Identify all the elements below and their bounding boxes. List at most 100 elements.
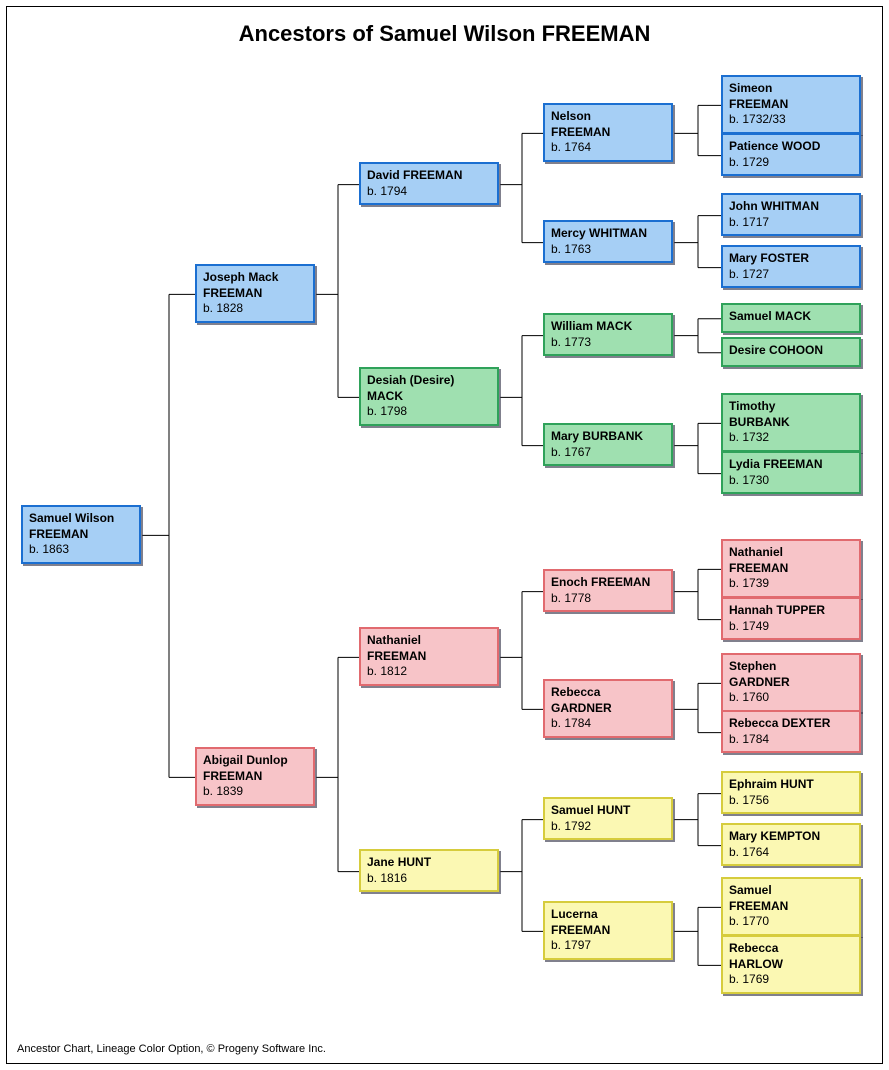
person-g1a: Joseph Mack FREEMAN b. 1828 <box>195 264 315 323</box>
person-g4m: Ephraim HUNT b. 1756 <box>721 771 861 814</box>
person-born: b. 1784 <box>551 716 591 730</box>
person-born: b. 1816 <box>367 871 407 885</box>
person-last: FREEMAN <box>29 527 133 543</box>
person-born: b. 1798 <box>367 404 407 418</box>
person-first: Jane <box>367 855 394 869</box>
person-last: MACK <box>596 319 632 333</box>
person-last: BURBANK <box>729 415 853 431</box>
person-first: Nathaniel <box>729 545 783 559</box>
person-first: David <box>367 168 400 182</box>
person-born: b. 1784 <box>729 732 769 746</box>
person-born: b. 1770 <box>729 914 769 928</box>
person-born: b. 1749 <box>729 619 769 633</box>
person-g2b: Desiah (Desire) MACK b. 1798 <box>359 367 499 426</box>
person-first: Joseph Mack <box>203 270 278 284</box>
person-g4g: Timothy BURBANK b. 1732 <box>721 393 861 452</box>
person-last: FREEMAN <box>729 561 853 577</box>
person-last: FREEMAN <box>729 97 853 113</box>
person-born: b. 1773 <box>551 335 591 349</box>
person-g3g: Samuel HUNT b. 1792 <box>543 797 673 840</box>
person-first: Desire <box>729 343 766 357</box>
person-born: b. 1732/33 <box>729 112 786 126</box>
person-g3h: Lucerna FREEMAN b. 1797 <box>543 901 673 960</box>
person-last: DEXTER <box>782 716 831 730</box>
person-last: FREEMAN <box>729 899 853 915</box>
person-first: Desiah (Desire) <box>367 373 454 387</box>
person-born: b. 1764 <box>729 845 769 859</box>
person-g4k: Stephen GARDNER b. 1760 <box>721 653 861 712</box>
footer-text: Ancestor Chart, Lineage Color Option, © … <box>17 1043 326 1055</box>
person-first: Mercy <box>551 226 586 240</box>
person-born: b. 1812 <box>367 664 407 678</box>
person-first: Timothy <box>729 399 775 413</box>
person-born: b. 1778 <box>551 591 591 605</box>
person-g2d: Jane HUNT b. 1816 <box>359 849 499 892</box>
person-g4j: Hannah TUPPER b. 1749 <box>721 597 861 640</box>
person-born: b. 1828 <box>203 301 243 315</box>
person-first: Samuel <box>551 803 594 817</box>
person-born: b. 1797 <box>551 938 591 952</box>
person-last: GARDNER <box>729 675 853 691</box>
person-born: b. 1717 <box>729 215 769 229</box>
person-born: b. 1769 <box>729 972 769 986</box>
person-last: KEMPTON <box>760 829 820 843</box>
person-g4l: Rebecca DEXTER b. 1784 <box>721 710 861 753</box>
person-born: b. 1730 <box>729 473 769 487</box>
person-g4i: Nathaniel FREEMAN b. 1739 <box>721 539 861 598</box>
person-last: FREEMAN <box>367 649 491 665</box>
person-first: William <box>551 319 593 333</box>
person-g3e: Enoch FREEMAN b. 1778 <box>543 569 673 612</box>
person-g3a: Nelson FREEMAN b. 1764 <box>543 103 673 162</box>
person-last: BURBANK <box>582 429 643 443</box>
person-first: Ephraim <box>729 777 777 791</box>
person-first: Samuel <box>729 883 772 897</box>
person-last: COHOON <box>769 343 823 357</box>
person-last: FREEMAN <box>763 457 822 471</box>
person-born: b. 1767 <box>551 445 591 459</box>
person-first: Stephen <box>729 659 776 673</box>
person-g3d: Mary BURBANK b. 1767 <box>543 423 673 466</box>
chart-title: Ancestors of Samuel Wilson FREEMAN <box>7 21 882 47</box>
person-g0: Samuel Wilson FREEMAN b. 1863 <box>21 505 141 564</box>
person-born: b. 1792 <box>551 819 591 833</box>
person-last: FREEMAN <box>403 168 462 182</box>
person-first: Nelson <box>551 109 591 123</box>
person-last: FREEMAN <box>551 923 665 939</box>
person-born: b. 1794 <box>367 184 407 198</box>
person-born: b. 1739 <box>729 576 769 590</box>
person-last: MACK <box>775 309 811 323</box>
person-first: Enoch <box>551 575 588 589</box>
person-first: Mary <box>551 429 579 443</box>
person-first: Samuel <box>729 309 772 323</box>
person-first: Simeon <box>729 81 772 95</box>
person-last: FREEMAN <box>591 575 650 589</box>
person-last: WOOD <box>782 139 821 153</box>
person-g2c: Nathaniel FREEMAN b. 1812 <box>359 627 499 686</box>
person-born: b. 1732 <box>729 430 769 444</box>
person-first: Hannah <box>729 603 773 617</box>
person-first: Nathaniel <box>367 633 421 647</box>
person-g4e: Samuel MACK <box>721 303 861 333</box>
person-first: Mary <box>729 251 757 265</box>
person-born: b. 1863 <box>29 542 69 556</box>
person-g3c: William MACK b. 1773 <box>543 313 673 356</box>
person-born: b. 1729 <box>729 155 769 169</box>
person-g4a: Simeon FREEMAN b. 1732/33 <box>721 75 861 134</box>
person-last: WHITMAN <box>589 226 647 240</box>
person-g3f: Rebecca GARDNER b. 1784 <box>543 679 673 738</box>
person-last: TUPPER <box>776 603 825 617</box>
person-g4f: Desire COHOON <box>721 337 861 367</box>
person-last: FREEMAN <box>203 769 307 785</box>
person-last: FOSTER <box>760 251 809 265</box>
person-first: Rebecca <box>551 685 600 699</box>
person-last: HUNT <box>597 803 630 817</box>
person-g4o: Samuel FREEMAN b. 1770 <box>721 877 861 936</box>
person-born: b. 1756 <box>729 793 769 807</box>
person-g4n: Mary KEMPTON b. 1764 <box>721 823 861 866</box>
person-last: FREEMAN <box>551 125 665 141</box>
person-last: HUNT <box>780 777 813 791</box>
person-first: Patience <box>729 139 778 153</box>
person-last: HARLOW <box>729 957 853 973</box>
person-g4c: John WHITMAN b. 1717 <box>721 193 861 236</box>
person-born: b. 1727 <box>729 267 769 281</box>
